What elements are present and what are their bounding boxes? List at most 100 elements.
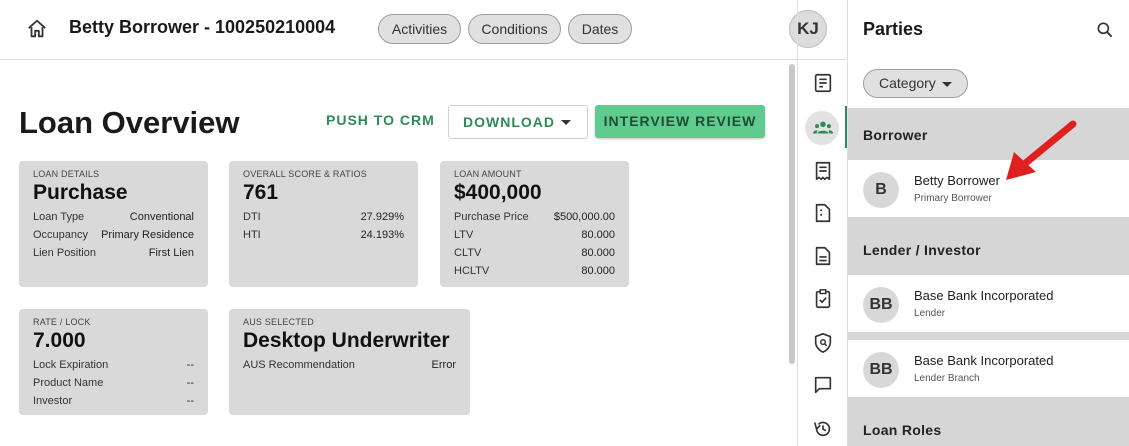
row-key: Occupancy (33, 229, 89, 241)
checklist-icon[interactable] (812, 288, 834, 310)
tab-dates[interactable]: Dates (568, 14, 632, 44)
party-avatar: BB (863, 352, 899, 388)
card-row: Occupancy Primary Residence (33, 226, 194, 244)
chevron-down-icon (561, 120, 571, 125)
tab-conditions[interactable]: Conditions (468, 14, 561, 44)
row-key: HCLTV (454, 265, 490, 277)
party-role: Primary Borrower (914, 193, 992, 204)
party-name: Base Bank Incorporated (914, 353, 1054, 368)
row-key: CLTV (454, 247, 482, 259)
card-row: HCLTV 80.000 (454, 262, 615, 280)
party-item[interactable]: BB Base Bank Incorporated Lender Branch (848, 340, 1129, 397)
party-name: Betty Borrower (914, 173, 1000, 188)
home-icon[interactable] (26, 18, 48, 40)
category-filter[interactable]: Category (863, 69, 968, 98)
rate-lock-card: RATE / LOCK 7.000 Lock Expiration -- Prod… (19, 309, 208, 415)
download-label: DOWNLOAD (463, 114, 555, 130)
card-label: AUS SELECTED (243, 317, 314, 327)
card-value: 7.000 (33, 329, 86, 352)
card-row: LTV 80.000 (454, 226, 615, 244)
history-icon[interactable] (812, 418, 834, 440)
summary-icon[interactable] (812, 72, 834, 94)
search-icon[interactable] (1095, 20, 1115, 40)
card-label: RATE / LOCK (33, 317, 91, 327)
chat-icon[interactable] (812, 374, 834, 396)
category-label: Category (879, 75, 936, 91)
card-value: Desktop Underwriter (243, 329, 450, 352)
party-role: Lender (914, 308, 946, 319)
tab-activities[interactable]: Activities (378, 14, 461, 44)
overview-title: Loan Overview (19, 105, 240, 140)
row-key: DTI (243, 211, 261, 223)
card-row: HTI 24.193% (243, 226, 404, 244)
score-ratios-card: OVERALL SCORE & RATIOS 761 DTI 27.929% HT… (229, 161, 418, 287)
app-window: Betty Borrower - 100250210004 Activities… (0, 0, 1129, 446)
parties-title: Parties (863, 19, 924, 39)
interview-review-button[interactable]: INTERVIEW REVIEW (595, 105, 765, 138)
row-value: 80.000 (581, 229, 615, 241)
row-value: Conventional (129, 211, 194, 223)
row-value: 80.000 (581, 265, 615, 277)
row-value: 24.193% (360, 229, 404, 241)
row-key: AUS Recommendation (243, 359, 355, 371)
row-value: 80.000 (581, 247, 615, 259)
receipt-icon[interactable] (812, 160, 834, 182)
card-row: Loan Type Conventional (33, 208, 194, 226)
party-role: Lender Branch (914, 373, 980, 384)
card-row: Purchase Price $500,000.00 (454, 208, 615, 226)
card-row: Product Name -- (33, 374, 194, 392)
parties-icon[interactable] (812, 117, 834, 139)
card-row: AUS Recommendation Error (243, 356, 456, 374)
row-value: -- (186, 359, 194, 371)
file-icon[interactable] (812, 245, 834, 267)
party-name: Base Bank Incorporated (914, 288, 1054, 303)
section-borrower: Borrower (863, 127, 928, 143)
row-key: Purchase Price (454, 211, 529, 223)
party-avatar: B (863, 172, 899, 208)
loan-details-card: LOAN DETAILS Purchase Loan Type Conventio… (19, 161, 208, 287)
card-row: DTI 27.929% (243, 208, 404, 226)
section-lender-investor: Lender / Investor (863, 242, 981, 258)
row-value: First Lien (148, 247, 194, 259)
push-to-crm-button[interactable]: PUSH TO CRM (318, 105, 443, 135)
page-title: Betty Borrower - 100250210004 (69, 17, 336, 37)
documents-icon[interactable] (812, 202, 834, 224)
card-label: LOAN AMOUNT (454, 169, 522, 179)
card-row: Investor -- (33, 392, 194, 410)
annotation-arrow-icon (1006, 120, 1077, 180)
top-bar: Betty Borrower - 100250210004 Activities… (0, 0, 846, 60)
main-scrollbar[interactable] (789, 64, 795, 364)
row-value: -- (186, 377, 194, 389)
row-key: Loan Type (33, 211, 85, 223)
card-value: 761 (243, 181, 279, 204)
card-label: OVERALL SCORE & RATIOS (243, 169, 367, 179)
parties-panel: Parties Category Borrower B Betty Borrow… (847, 0, 1129, 446)
party-item[interactable]: BB Base Bank Incorporated Lender (848, 275, 1129, 332)
row-value: -- (186, 395, 194, 407)
row-key: Lock Expiration (33, 359, 109, 371)
row-value: 27.929% (360, 211, 404, 223)
row-key: HTI (243, 229, 261, 241)
party-avatar: BB (863, 287, 899, 323)
card-row: Lien Position First Lien (33, 244, 194, 262)
loan-amount-card: LOAN AMOUNT $400,000 Purchase Price $500,… (440, 161, 629, 287)
card-row: Lock Expiration -- (33, 356, 194, 374)
row-value: Error (431, 359, 456, 371)
card-value: $400,000 (454, 181, 542, 204)
chevron-down-icon (942, 82, 952, 87)
main-content: Loan Overview PUSH TO CRM DOWNLOAD INTER… (0, 61, 790, 446)
card-label: LOAN DETAILS (33, 169, 100, 179)
download-button[interactable]: DOWNLOAD (448, 105, 588, 139)
row-key: LTV (454, 229, 474, 241)
row-key: Lien Position (33, 247, 96, 259)
aus-selected-card: AUS SELECTED Desktop Underwriter AUS Rec… (229, 309, 470, 415)
row-value: $500,000.00 (553, 211, 615, 223)
card-row: CLTV 80.000 (454, 244, 615, 262)
card-value: Purchase (33, 181, 128, 204)
security-icon[interactable] (812, 332, 834, 354)
parties-header: Parties Category (848, 0, 1129, 108)
party-item[interactable]: B Betty Borrower Primary Borrower (848, 160, 1129, 217)
row-key: Investor (33, 395, 73, 407)
row-value: Primary Residence (101, 229, 194, 241)
section-loan-roles: Loan Roles (863, 422, 942, 438)
